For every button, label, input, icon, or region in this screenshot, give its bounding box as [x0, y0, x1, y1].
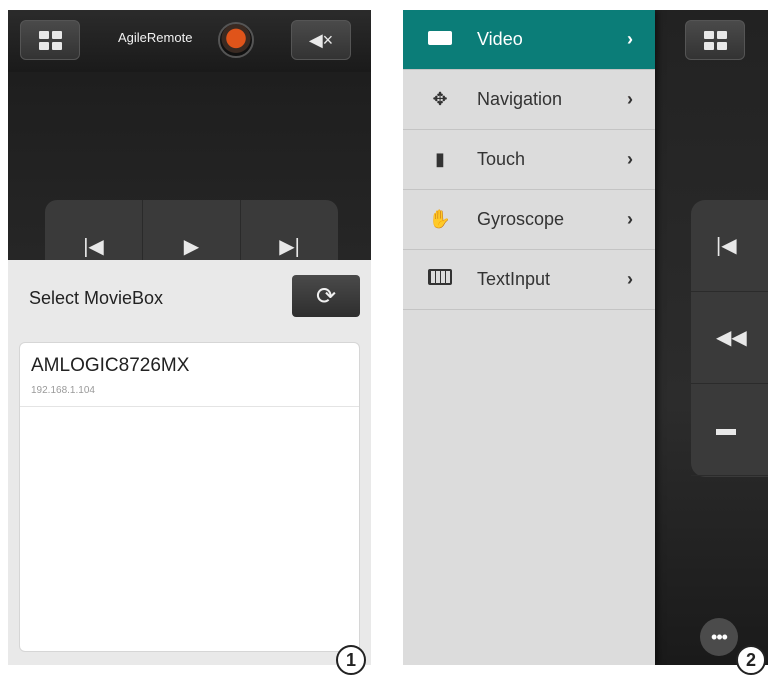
step-badge-2: 2 [736, 645, 766, 675]
navigation-icon: ✥ [432, 89, 448, 109]
menu-item-video[interactable]: Video › [403, 10, 655, 70]
phone-screen-select-moviebox: AgileRemote ◀× |◀ ▶ ▶| Select MovieBox ⟳… [8, 10, 371, 665]
menu-item-label: Touch [477, 149, 526, 169]
device-list: AMLOGIC8726MX 192.168.1.104 [19, 342, 360, 652]
chevron-right-icon: › [627, 29, 633, 49]
video-icon [425, 29, 455, 50]
grid-menu-button[interactable] [20, 20, 80, 60]
hand-icon: ✋ [428, 209, 452, 229]
menu-item-textinput[interactable]: TextInput › [403, 250, 655, 310]
play-icon: ▶ [183, 235, 200, 258]
more-icon: ••• [711, 626, 728, 647]
side-menu: Video › ✥ Navigation › ▮ Touch › ✋ Gyros… [403, 10, 655, 665]
app-logo-icon [218, 22, 254, 58]
previous-icon: |◀ [716, 235, 737, 257]
list-item[interactable]: AMLOGIC8726MX 192.168.1.104 [20, 343, 359, 407]
sheet-title: Select MovieBox [29, 288, 164, 308]
device-name: AMLOGIC8726MX [31, 355, 190, 376]
menu-item-label: Navigation [477, 89, 563, 109]
step-badge-1: 1 [336, 645, 366, 675]
menu-item-touch[interactable]: ▮ Touch › [403, 130, 655, 190]
volume-button[interactable]: ▬ [691, 384, 768, 476]
mouse-icon: ▮ [435, 149, 445, 169]
grid-menu-button[interactable] [685, 20, 745, 60]
speaker-mute-icon: ◀× [308, 29, 334, 50]
chevron-right-icon: › [627, 149, 633, 169]
grid-icon [703, 30, 727, 50]
refresh-button[interactable]: ⟳ [292, 275, 360, 317]
select-device-sheet: Select MovieBox ⟳ AMLOGIC8726MX 192.168.… [8, 260, 371, 665]
keyboard-icon [425, 269, 455, 290]
media-controls: |◀ ◀◀ ▬ [691, 200, 768, 477]
menu-item-label: Video [477, 29, 523, 49]
mute-button[interactable]: ◀× [291, 20, 351, 60]
rewind-icon: ◀◀ [716, 327, 747, 349]
menu-item-gyroscope[interactable]: ✋ Gyroscope › [403, 190, 655, 250]
previous-button[interactable]: |◀ [691, 200, 768, 292]
refresh-icon: ⟳ [315, 282, 337, 310]
chevron-right-icon: › [627, 89, 633, 109]
menu-item-label: TextInput [477, 269, 551, 289]
menu-item-navigation[interactable]: ✥ Navigation › [403, 70, 655, 130]
more-button[interactable]: ••• [700, 618, 738, 656]
grid-icon [38, 30, 62, 50]
device-ip: 192.168.1.104 [31, 385, 95, 396]
rewind-button[interactable]: ◀◀ [691, 292, 768, 384]
chevron-right-icon: › [627, 269, 633, 289]
menu-item-label: Gyroscope [477, 209, 565, 229]
top-bar: AgileRemote ◀× [8, 10, 371, 72]
phone-screen-side-menu: |◀ ◀◀ ▬ ••• Video › ✥ Navigation › ▮ Tou… [403, 10, 768, 665]
app-title: AgileRemote [118, 30, 193, 45]
next-icon: ▶| [279, 235, 300, 258]
chevron-right-icon: › [627, 209, 633, 229]
minus-icon: ▬ [716, 418, 736, 440]
previous-icon: |◀ [83, 235, 104, 258]
